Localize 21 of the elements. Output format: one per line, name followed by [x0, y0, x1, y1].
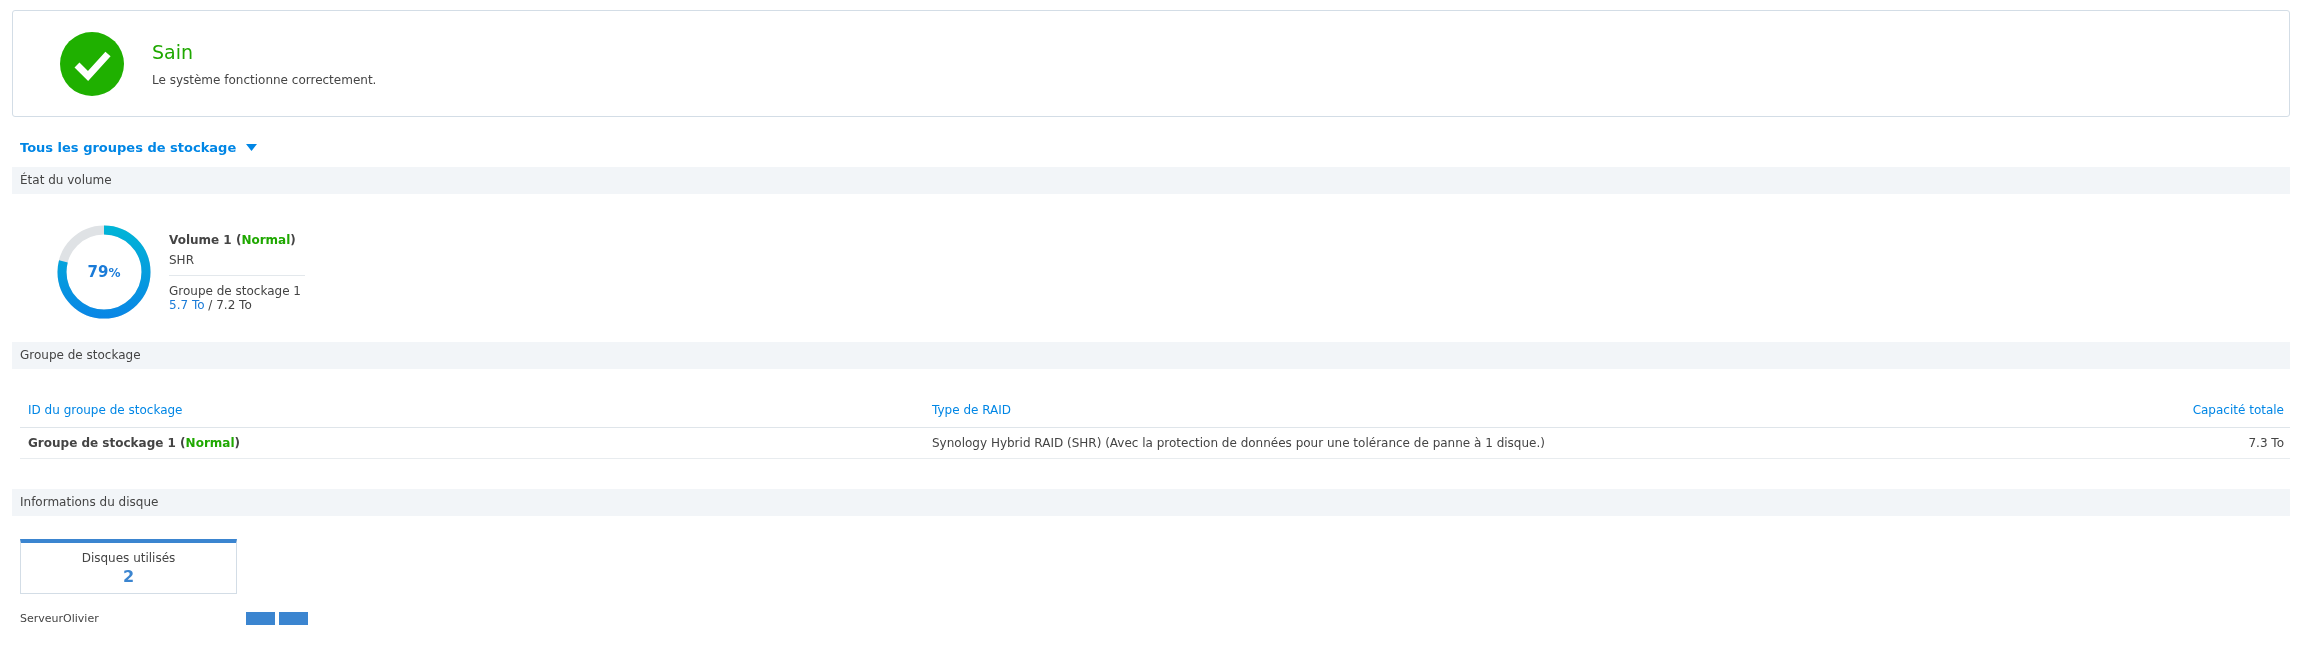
section-header: Groupe de stockage	[12, 342, 2290, 369]
usage-percent: 79%	[87, 263, 121, 281]
table-cell: 7.3 To	[2103, 427, 2290, 459]
volume-name: Volume 1 (Normal)	[169, 232, 297, 247]
status-title: Sain	[152, 40, 195, 63]
column-header[interactable]: Type de RAID	[932, 393, 2104, 428]
pool-name: Groupe de stockage 1	[169, 283, 302, 298]
section-header: État du volume	[12, 167, 2290, 194]
table-cell: Synology Hybrid RAID (SHR) (Avec la protection de données pour une tolérance de panne à 1 disque.)	[932, 427, 2104, 459]
disk-count: 2	[122, 566, 135, 586]
column-header[interactable]: ID du groupe de stockage	[20, 393, 932, 428]
section-header: Informations du disque	[12, 489, 2290, 516]
column-header[interactable]: Capacité totale	[2103, 393, 2290, 428]
raid-type: SHR	[169, 252, 195, 267]
caret-icon	[246, 144, 258, 151]
disk-summary-label: Disques utilisés	[81, 550, 176, 565]
pool-selector-dropdown[interactable]: Tous les groupes de stockage	[20, 140, 258, 155]
status-message: Le système fonctionne correctement.	[152, 72, 377, 87]
table-cell: Groupe de stockage 1 (Normal)	[20, 427, 932, 459]
capacity-text: 5.7 To / 7.2 To	[169, 297, 252, 312]
server-name: ServeurOlivier	[20, 612, 100, 625]
